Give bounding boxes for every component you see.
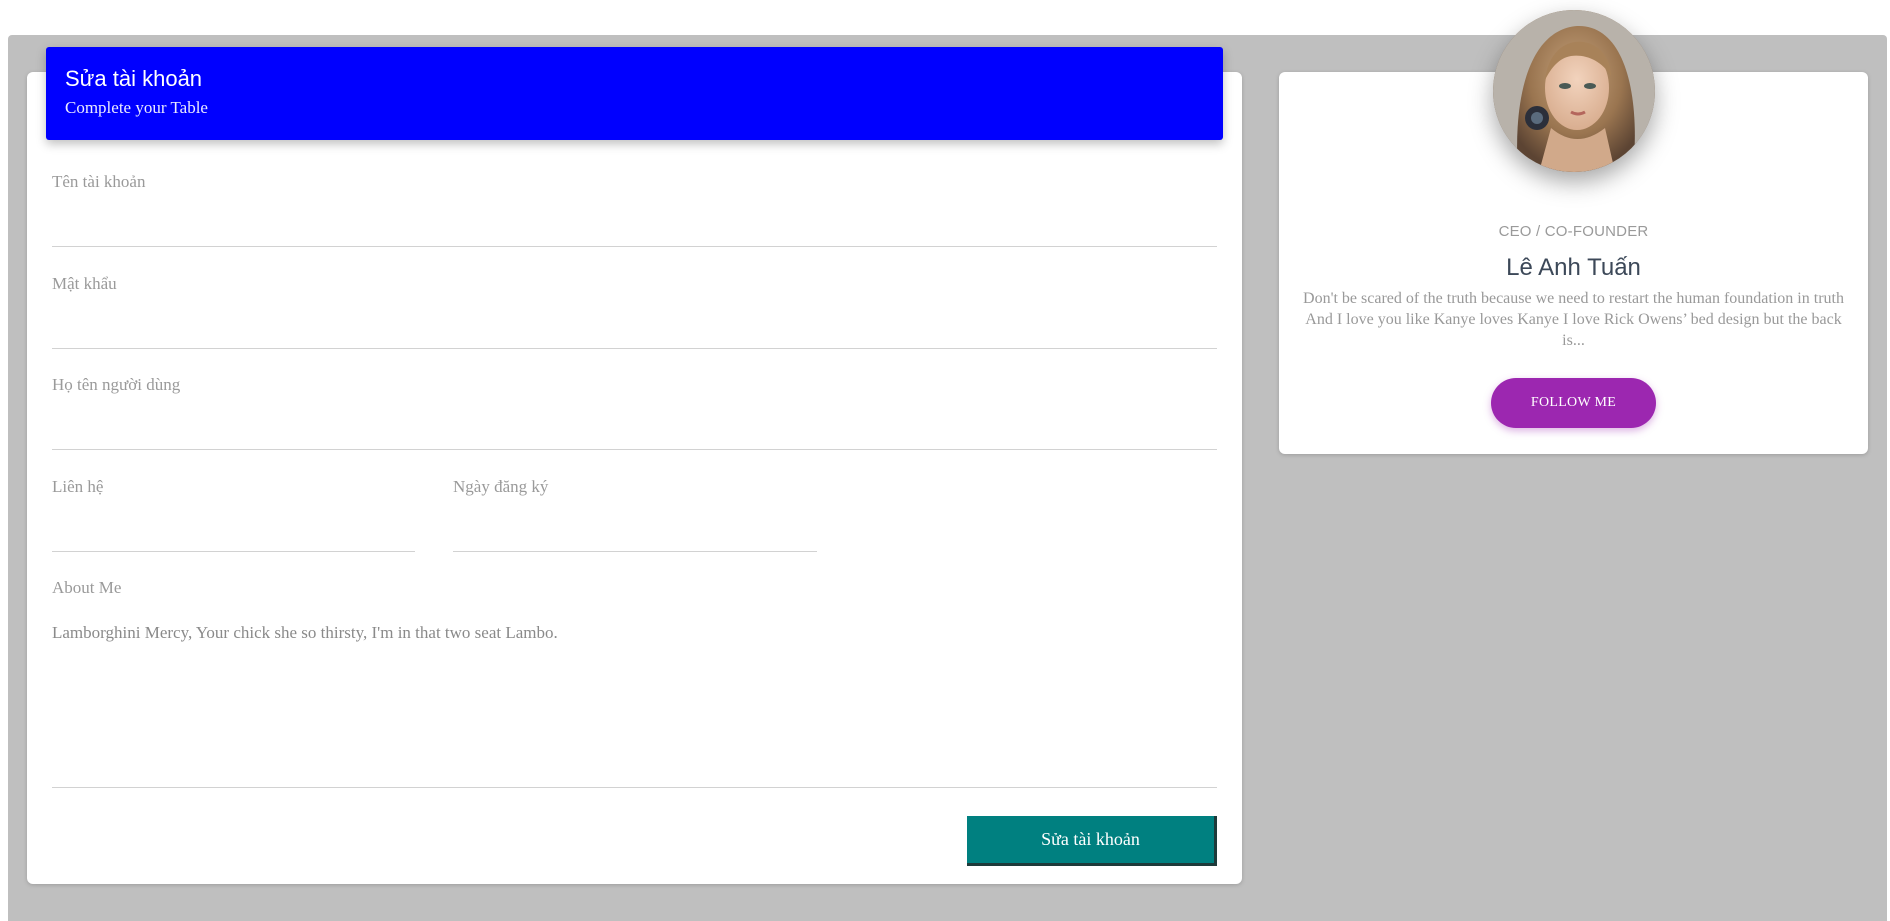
profile-role: CEO / CO-FOUNDER (1498, 223, 1649, 240)
fullname-label: Họ tên người dùng (52, 375, 181, 394)
contact-field-group: Liên hệ (52, 477, 415, 552)
contact-input[interactable] (52, 518, 415, 552)
contact-label: Liên hệ (52, 477, 104, 496)
register-date-label: Ngày đăng ký (453, 477, 549, 496)
profile-bio: Don't be scared of the truth because we … (1303, 290, 1844, 349)
register-date-field-group: Ngày đăng ký (453, 477, 817, 552)
password-field-group: Mật khẩu (52, 274, 1217, 349)
fullname-input[interactable] (52, 416, 1217, 450)
card-title: Sửa tài khoản (65, 66, 203, 91)
about-textarea[interactable]: Lamborghini Mercy, Your chick she so thi… (52, 622, 1217, 788)
about-label: About Me (52, 578, 122, 597)
card-header: Sửa tài khoản Complete your Table (46, 47, 1223, 140)
fullname-field-group: Họ tên người dùng (52, 375, 1217, 450)
profile-name: Lê Anh Tuấn (1506, 254, 1641, 281)
follow-me-button[interactable]: FOLLOW ME (1491, 378, 1656, 428)
card-subtitle: Complete your Table (65, 98, 208, 117)
password-label: Mật khẩu (52, 274, 117, 293)
password-input[interactable] (52, 315, 1217, 349)
username-label: Tên tài khoản (52, 172, 146, 191)
username-field-group: Tên tài khoản (52, 172, 1217, 247)
avatar-photo-icon (1493, 10, 1655, 172)
register-date-input[interactable] (453, 518, 817, 552)
username-input[interactable] (52, 213, 1217, 247)
about-field-group: About Me Lamborghini Mercy, Your chick s… (52, 578, 1217, 789)
avatar (1493, 10, 1655, 172)
submit-edit-account-button[interactable]: Sửa tài khoản (967, 816, 1217, 866)
